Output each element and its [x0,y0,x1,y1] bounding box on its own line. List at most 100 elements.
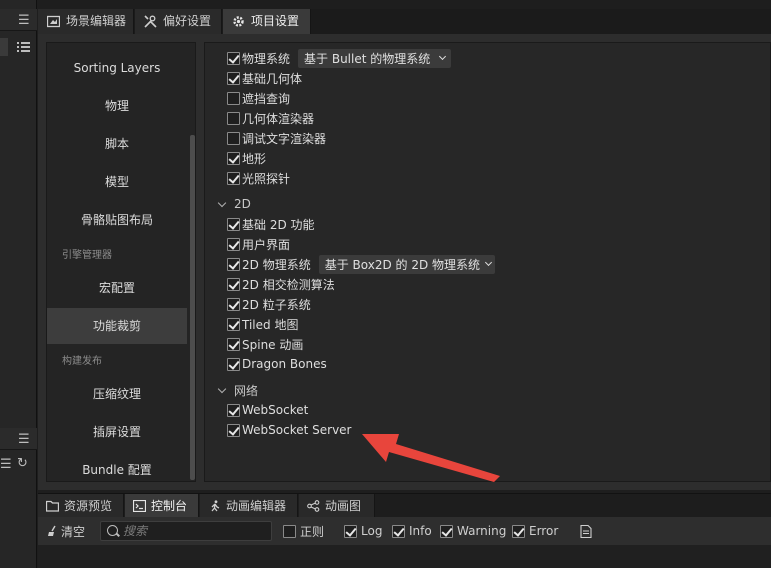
checkbox[interactable] [440,524,453,538]
top-tab-bar: 场景编辑器 偏好设置 项目设置 [38,9,771,34]
clear-label: 清空 [61,524,86,539]
checkbox[interactable] [227,317,240,331]
tab-asset-preview[interactable]: 资源预览 [38,494,124,518]
section-label: 2D [234,197,251,211]
project-settings-panel: Sorting Layers 物理 脚本 模型 骨骼贴图布局 引擎管理器 宏配置… [38,34,771,490]
module-label: 2D 粒子系统 [242,297,311,312]
nav-item-macro-config[interactable]: 宏配置 [47,270,187,306]
console-icon [133,500,146,512]
clear-button[interactable]: 清空 [47,517,85,545]
checkbox[interactable] [227,131,240,145]
checkbox[interactable] [227,91,240,105]
nav-item-bundle-config[interactable]: Bundle 配置 [47,452,187,488]
list-sort-icon[interactable] [17,41,30,56]
nav-scrollbar[interactable] [190,135,195,480]
module-label: 物理系统 [242,51,291,66]
checkbox[interactable] [227,277,240,291]
tab-project-settings[interactable]: 项目设置 [223,9,311,34]
physics-2d-backend-select[interactable]: 基于 Box2D 的 2D 物理系统 [318,254,496,274]
module-label: 2D 相交检测算法 [242,277,335,292]
gear-icon [233,16,244,27]
checkbox[interactable] [227,51,240,65]
module-label: 基础几何体 [242,71,303,86]
checkbox[interactable] [227,171,240,185]
search-icon [107,525,118,536]
select-value: 基于 Bullet 的物理系统 [304,51,431,66]
nav-item-skeleton-layout[interactable]: 骨骼贴图布局 [47,202,187,238]
module-row: 2D 粒子系统 [227,295,311,313]
module-row: 几何体渲染器 [227,109,314,127]
checkbox[interactable] [227,357,240,371]
tab-console[interactable]: 控制台 [125,494,199,518]
nav-item-model[interactable]: 模型 [47,164,187,200]
open-log-file-button[interactable] [580,517,592,545]
tab-animation-graph[interactable]: 动画图 [299,494,375,518]
checkbox[interactable] [227,297,240,311]
nav-item-texture-compress[interactable]: 压缩纹理 [47,376,187,412]
tab-label: 动画图 [325,499,362,513]
module-row-physics-2d: 2D 物理系统 基于 Box2D 的 2D 物理系统 [227,254,496,274]
module-row: 遮挡查询 [227,89,290,107]
menu-icon[interactable]: ☰ [18,433,30,446]
module-row: 光照探针 [227,169,290,187]
checkbox[interactable] [512,524,525,538]
module-row: 地形 [227,149,266,167]
checkbox[interactable] [227,237,240,251]
checkbox[interactable] [227,151,240,165]
checkbox[interactable] [227,337,240,351]
module-row: 2D 相交检测算法 [227,275,335,293]
checkbox[interactable] [227,257,240,271]
search-input[interactable] [123,523,268,539]
nav-item-sorting-layers[interactable]: Sorting Layers [47,50,187,86]
nav-item-feature-crop[interactable]: 功能裁剪 [47,308,187,344]
console-output [38,545,771,568]
left-panel-search[interactable] [0,38,8,56]
list-icon[interactable]: ☰ [0,458,12,471]
module-label: Dragon Bones [242,357,327,371]
checkbox[interactable] [227,403,240,417]
warning-label: Warning [457,524,507,538]
section-network-header[interactable]: 网络 [217,381,258,399]
console-search[interactable] [100,521,272,541]
module-label: 地形 [242,151,267,166]
module-label: Tiled 地图 [242,317,299,332]
checkbox[interactable] [227,217,240,231]
module-row: WebSocket Server [227,421,352,439]
tab-animation-editor[interactable]: 动画编辑器 [200,494,298,518]
nav-item-splash-settings[interactable]: 插屏设置 [47,414,187,450]
checkbox[interactable] [227,111,240,125]
section-2d-header[interactable]: 2D [217,195,251,213]
tab-label: 场景编辑器 [66,14,127,28]
tab-label: 动画编辑器 [226,499,287,513]
log-filter[interactable]: Log [344,517,382,545]
error-filter[interactable]: Error [512,517,558,545]
menu-icon[interactable]: ☰ [18,14,30,27]
module-row: 用户界面 [227,235,290,253]
chevron-down-icon [217,198,227,207]
checkbox[interactable] [227,423,240,437]
info-filter[interactable]: Info [392,517,432,545]
module-row: 基础 2D 功能 [227,215,315,233]
console-toolbar: 清空 正则 Log Info Warning Error [38,517,771,545]
module-row: 调试文字渲染器 [227,129,326,147]
regex-toggle[interactable]: 正则 [283,517,324,545]
checkbox[interactable] [344,524,357,538]
tab-scene-editor[interactable]: 场景编辑器 [38,9,134,34]
regex-label: 正则 [300,524,325,539]
module-row: Tiled 地图 [227,315,298,333]
physics-backend-select[interactable]: 基于 Bullet 的物理系统 [298,48,452,68]
module-row-physics: 物理系统 基于 Bullet 的物理系统 [227,48,452,68]
checkbox[interactable] [227,71,240,85]
tab-preferences[interactable]: 偏好设置 [135,9,222,34]
module-label: 遮挡查询 [242,91,291,106]
warning-filter[interactable]: Warning [440,517,506,545]
left-panel-strip: ☰ ☰ ☰ ↻ [0,0,37,568]
checkbox[interactable] [283,524,296,538]
settings-nav: Sorting Layers 物理 脚本 模型 骨骼贴图布局 引擎管理器 宏配置… [46,42,196,482]
nav-item-scripts[interactable]: 脚本 [47,126,187,162]
refresh-icon[interactable]: ↻ [17,457,28,470]
nav-item-physics[interactable]: 物理 [47,88,187,124]
select-value: 基于 Box2D 的 2D 物理系统 [324,257,481,272]
checkbox[interactable] [392,524,405,538]
folder-icon [46,500,59,512]
